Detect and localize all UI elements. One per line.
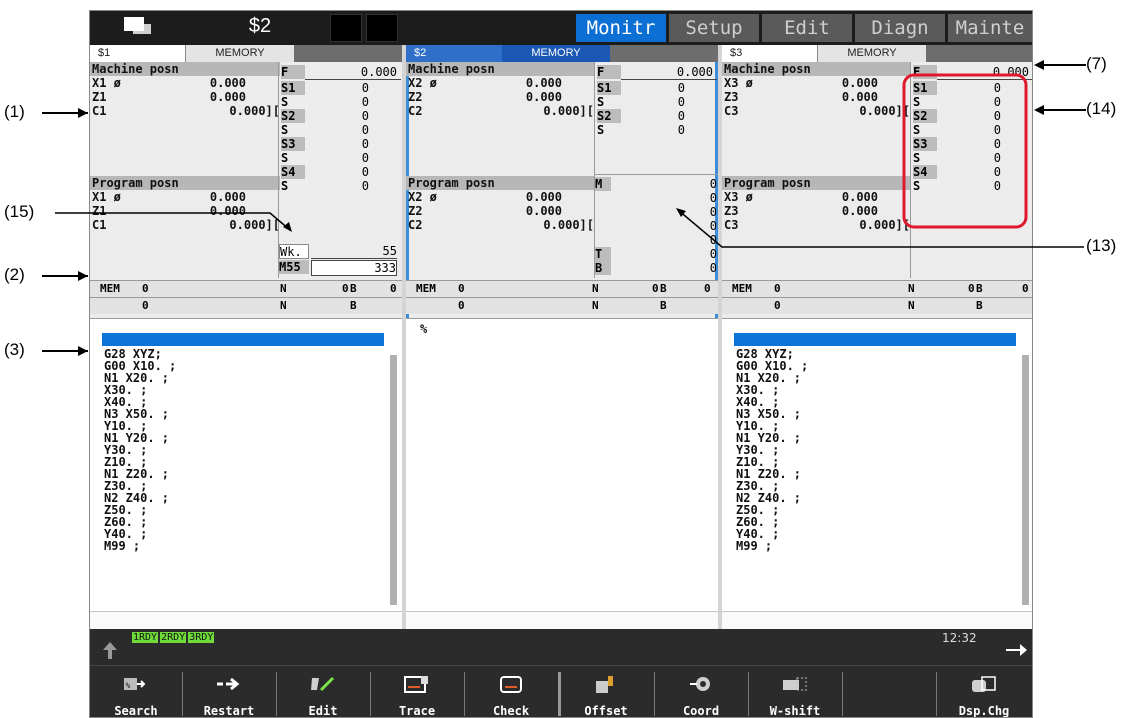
annotation-arrows <box>42 60 1086 356</box>
annotation-14: (14) <box>1086 99 1117 118</box>
annotation-2: (2) <box>4 265 25 284</box>
annotation-13: (13) <box>1086 236 1117 255</box>
annotation-1: (1) <box>4 102 25 121</box>
annotation-7: (7) <box>1086 54 1107 73</box>
highlight-box <box>902 73 1028 229</box>
annotation-3: (3) <box>4 340 25 359</box>
annotation-15: (15) <box>4 202 35 221</box>
